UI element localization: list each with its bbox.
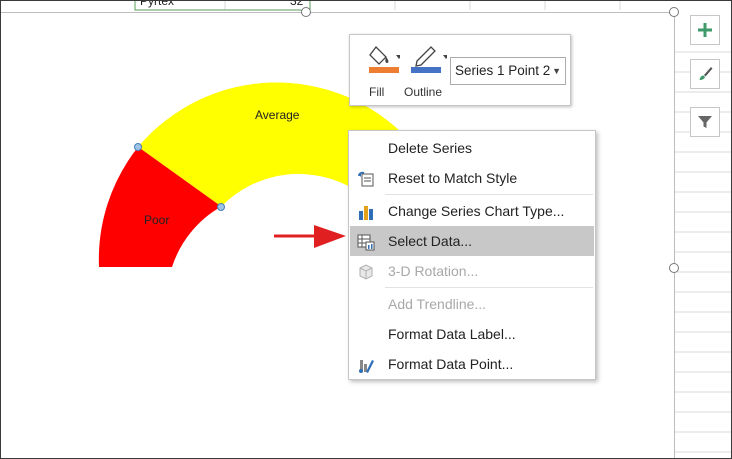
- screenshot-frame: [0, 0, 732, 459]
